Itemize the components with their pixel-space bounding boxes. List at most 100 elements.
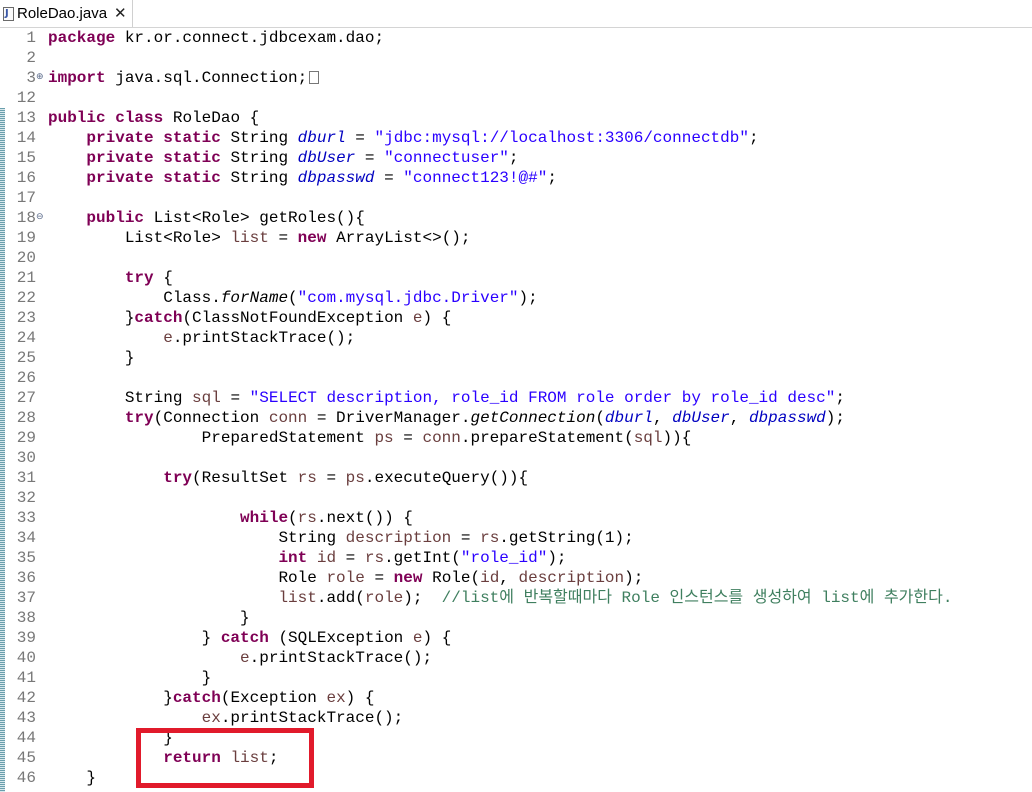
code-line[interactable]: 25 }: [0, 348, 1032, 368]
code-token: =: [345, 129, 375, 147]
code-token: .printStackTrace();: [249, 649, 433, 667]
code-line[interactable]: 12: [0, 88, 1032, 108]
code-line[interactable]: 28 try(Connection conn = DriverManager.g…: [0, 408, 1032, 428]
code-token: package: [48, 29, 116, 47]
code-line[interactable]: 16 private static String dbpasswd = "con…: [0, 168, 1032, 188]
code-line[interactable]: 40 e.printStackTrace();: [0, 648, 1032, 668]
code-token: }: [48, 349, 135, 367]
code-token: =: [393, 429, 423, 447]
code-line[interactable]: 42 }catch(Exception ex) {: [0, 688, 1032, 708]
tab-title: RoleDao.java: [17, 5, 108, 22]
code-text: public List<Role> getRoles(){: [48, 208, 364, 228]
code-editor[interactable]: 1 package kr.or.connect.jdbcexam.dao; 2 3 ⊕ i…: [0, 28, 1032, 792]
code-line[interactable]: 33 while(rs.next()) {: [0, 508, 1032, 528]
code-text: private static String dbpasswd = "connec…: [48, 168, 557, 188]
code-token: .executeQuery()){: [364, 469, 529, 487]
line-number: 13: [16, 109, 36, 127]
fold-collapse-icon[interactable]: ⊖: [36, 208, 44, 226]
code-line[interactable]: 27 String sql = "SELECT description, rol…: [0, 388, 1032, 408]
code-token: ps: [374, 429, 394, 447]
code-line[interactable]: 17: [0, 188, 1032, 208]
code-token: (: [595, 409, 605, 427]
close-icon[interactable]: ✕: [114, 4, 127, 22]
tab-roledao-java[interactable]: J RoleDao.java ✕: [0, 0, 133, 28]
line-number: 25: [16, 349, 36, 367]
code-line[interactable]: 34 String description = rs.getString(1);: [0, 528, 1032, 548]
code-line[interactable]: 18 ⊖ public List<Role> getRoles(){: [0, 208, 1032, 228]
code-line[interactable]: 23 }catch(ClassNotFoundException e) {: [0, 308, 1032, 328]
line-number: 43: [16, 709, 36, 727]
code-line[interactable]: 26: [0, 368, 1032, 388]
code-line[interactable]: 37 list.add(role); //list에 반복할때마다 Role 인…: [0, 588, 1032, 608]
code-text: private static String dburl = "jdbc:mysq…: [48, 128, 758, 148]
code-token: );: [547, 549, 567, 567]
code-token: =: [220, 389, 250, 407]
code-line[interactable]: 39 } catch (SQLException e) {: [0, 628, 1032, 648]
code-token: (: [288, 289, 298, 307]
folded-region-icon[interactable]: [309, 71, 320, 84]
line-number: 20: [16, 249, 36, 267]
code-text: String sql = "SELECT description, role_i…: [48, 388, 845, 408]
code-token: catch: [134, 309, 183, 327]
code-line[interactable]: 3 ⊕ import java.sql.Connection;: [0, 68, 1032, 88]
code-token: );: [518, 289, 538, 307]
code-token: dbUser: [297, 149, 356, 167]
line-number: 21: [16, 269, 36, 287]
code-line[interactable]: 1 package kr.or.connect.jdbcexam.dao;: [0, 28, 1032, 48]
line-number: 29: [16, 429, 36, 447]
code-token: ;: [547, 169, 557, 187]
code-token: Role(: [422, 569, 481, 587]
code-token: }: [48, 669, 212, 687]
code-token: String: [48, 529, 346, 547]
code-line[interactable]: 43 ex.printStackTrace();: [0, 708, 1032, 728]
code-token: rs: [297, 509, 317, 527]
code-token: import: [48, 69, 106, 87]
line-number: 45: [16, 749, 36, 767]
line-number: 28: [16, 409, 36, 427]
line-number: 15: [16, 149, 36, 167]
code-token: .add(: [316, 589, 365, 607]
code-text: int id = rs.getInt("role_id");: [48, 548, 567, 568]
code-token: list: [278, 589, 317, 607]
code-line[interactable]: 15 private static String dbUser = "conne…: [0, 148, 1032, 168]
code-line[interactable]: 35 int id = rs.getInt("role_id");: [0, 548, 1032, 568]
code-line[interactable]: 41 }: [0, 668, 1032, 688]
code-line[interactable]: 13 public class RoleDao {: [0, 108, 1032, 128]
code-token: .prepareStatement(: [460, 429, 634, 447]
line-number: 26: [16, 369, 36, 387]
code-line[interactable]: 2: [0, 48, 1032, 68]
code-line[interactable]: 20: [0, 248, 1032, 268]
code-line[interactable]: 19 List<Role> list = new ArrayList<>();: [0, 228, 1032, 248]
code-token: role: [326, 569, 365, 587]
line-number: 2: [26, 49, 36, 67]
code-token: public: [86, 209, 145, 227]
code-line[interactable]: 32: [0, 488, 1032, 508]
code-line[interactable]: 22 Class.forName("com.mysql.jdbc.Driver"…: [0, 288, 1032, 308]
code-line[interactable]: 29 PreparedStatement ps = conn.prepareSt…: [0, 428, 1032, 448]
line-number: 40: [16, 649, 36, 667]
code-line[interactable]: 38 }: [0, 608, 1032, 628]
line-number: 14: [16, 129, 36, 147]
code-line[interactable]: 36 Role role = new Role(id, description)…: [0, 568, 1032, 588]
line-number: 19: [16, 229, 36, 247]
code-token: dburl: [604, 409, 653, 427]
code-text: list.add(role); //list에 반복할때마다 Role 인스턴스…: [48, 588, 952, 608]
code-line[interactable]: 21 try {: [0, 268, 1032, 288]
code-line[interactable]: 31 try(ResultSet rs = ps.executeQuery())…: [0, 468, 1032, 488]
code-token: description: [518, 569, 625, 587]
fold-expand-icon[interactable]: ⊕: [36, 68, 44, 86]
code-line[interactable]: 30: [0, 448, 1032, 468]
code-line[interactable]: 24 e.printStackTrace();: [0, 328, 1032, 348]
code-text: e.printStackTrace();: [48, 328, 355, 348]
code-line[interactable]: 14 private static String dburl = "jdbc:m…: [0, 128, 1032, 148]
code-text: Class.forName("com.mysql.jdbc.Driver");: [48, 288, 538, 308]
code-token: (ResultSet: [192, 469, 298, 487]
